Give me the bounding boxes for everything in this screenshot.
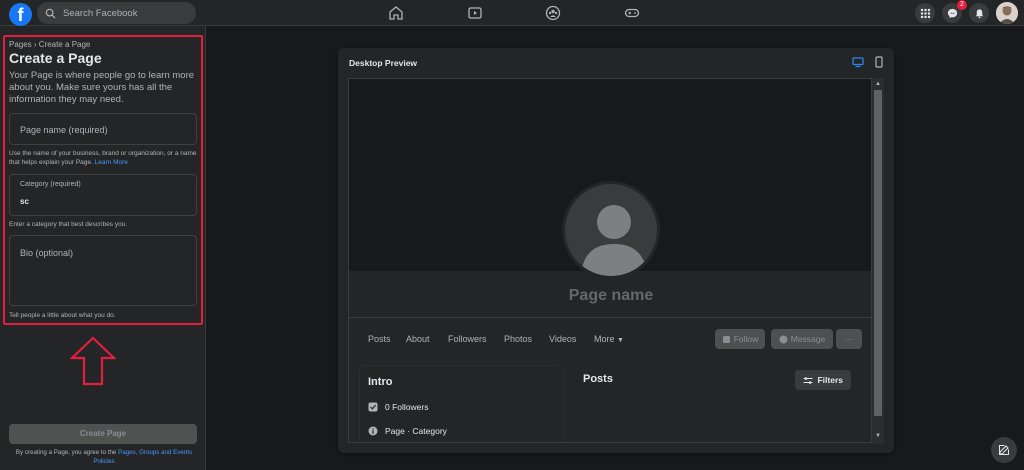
notifications-icon[interactable] — [969, 3, 989, 23]
gaming-icon[interactable] — [622, 4, 642, 22]
preview-scrollbar[interactable]: ▲ ▼ — [872, 78, 884, 444]
create-page-button[interactable]: Create Page — [9, 424, 197, 444]
posts-title: Posts — [583, 373, 613, 385]
info-icon — [368, 426, 378, 436]
panel-description: Your Page is where people go to learn mo… — [9, 70, 195, 105]
profile-avatar[interactable] — [996, 2, 1018, 24]
bio-field[interactable]: Bio (optional) — [9, 235, 197, 306]
terms-text: By creating a Page, you agree to the Pag… — [6, 448, 202, 466]
preview-title: Desktop Preview — [349, 58, 418, 68]
category-hint: Enter a category that best describes you… — [9, 221, 128, 228]
tab-followers[interactable]: Followers — [448, 334, 487, 344]
followers-row: 0 Followers — [368, 402, 428, 412]
search-icon — [45, 8, 56, 19]
scroll-up-icon[interactable]: ▲ — [874, 80, 882, 88]
category-row: Page · Category — [368, 426, 447, 436]
divider — [349, 317, 871, 318]
messenger-icon-small — [779, 335, 788, 343]
category-label: Category (required) — [20, 181, 81, 188]
home-icon[interactable] — [386, 4, 406, 22]
groups-icon[interactable] — [543, 4, 563, 22]
top-navigation-bar: f Search Facebook 2 — [0, 0, 1024, 26]
page-preview: Page name Posts About Followers Photos V… — [348, 78, 872, 443]
follow-label: Follow — [733, 334, 759, 344]
terms-prefix: By creating a Page, you agree to the — [15, 449, 117, 456]
messenger-badge: 2 — [957, 0, 967, 10]
search-placeholder: Search Facebook — [63, 7, 138, 19]
scroll-thumb[interactable] — [874, 90, 882, 416]
category-value: sc — [20, 197, 29, 206]
compose-icon — [999, 445, 1009, 455]
filters-icon — [803, 376, 813, 384]
tab-photos[interactable]: Photos — [504, 334, 532, 344]
mobile-icon[interactable] — [873, 56, 885, 68]
intro-title: Intro — [368, 376, 393, 388]
tab-about[interactable]: About — [406, 334, 430, 344]
tab-more[interactable]: More ▼ — [594, 334, 624, 344]
search-box[interactable]: Search Facebook — [37, 2, 196, 24]
follow-icon — [722, 335, 730, 343]
checkbox-icon — [368, 402, 378, 412]
page-name-placeholder: Page name (required) — [20, 125, 108, 135]
filters-button[interactable]: Filters — [795, 370, 851, 390]
page-title: Create a Page — [9, 50, 102, 66]
category-field[interactable]: Category (required) sc — [9, 174, 197, 216]
desktop-icon[interactable] — [852, 56, 864, 68]
message-label: Message — [790, 334, 826, 344]
bio-hint: Tell people a little about what you do. — [9, 312, 116, 319]
bio-placeholder: Bio (optional) — [20, 248, 74, 258]
message-button[interactable]: Message — [771, 329, 833, 349]
tab-posts[interactable]: Posts — [368, 334, 391, 344]
tab-videos[interactable]: Videos — [549, 334, 576, 344]
tab-more-label: More — [594, 334, 615, 344]
page-name-hint: Use the name of your business, brand or … — [9, 149, 201, 167]
posts-card: Posts Filters — [575, 365, 859, 395]
new-message-button[interactable] — [991, 437, 1017, 463]
followers-count: 0 Followers — [385, 402, 429, 412]
preview-page-name: Page name — [568, 287, 654, 304]
follow-button[interactable]: Follow — [715, 329, 765, 349]
page-name-field[interactable]: Page name (required) — [9, 113, 197, 145]
menu-grid-icon[interactable] — [915, 3, 935, 23]
up-arrow-icon — [70, 336, 116, 386]
dropdown-caret-icon: ▼ — [617, 337, 624, 344]
scroll-down-icon[interactable]: ▼ — [874, 432, 882, 440]
facebook-logo[interactable]: f — [9, 3, 32, 26]
watch-icon[interactable] — [465, 4, 485, 22]
intro-card: Intro 0 Followers Page · Category — [359, 365, 565, 442]
breadcrumb[interactable]: Pages › Create a Page — [9, 40, 90, 49]
filters-label: Filters — [817, 375, 843, 385]
page-category: Page · Category — [385, 426, 447, 436]
learn-more-link[interactable]: Learn More — [95, 159, 128, 166]
more-options-button[interactable]: ··· — [836, 329, 862, 349]
profile-picture-placeholder — [562, 181, 660, 279]
